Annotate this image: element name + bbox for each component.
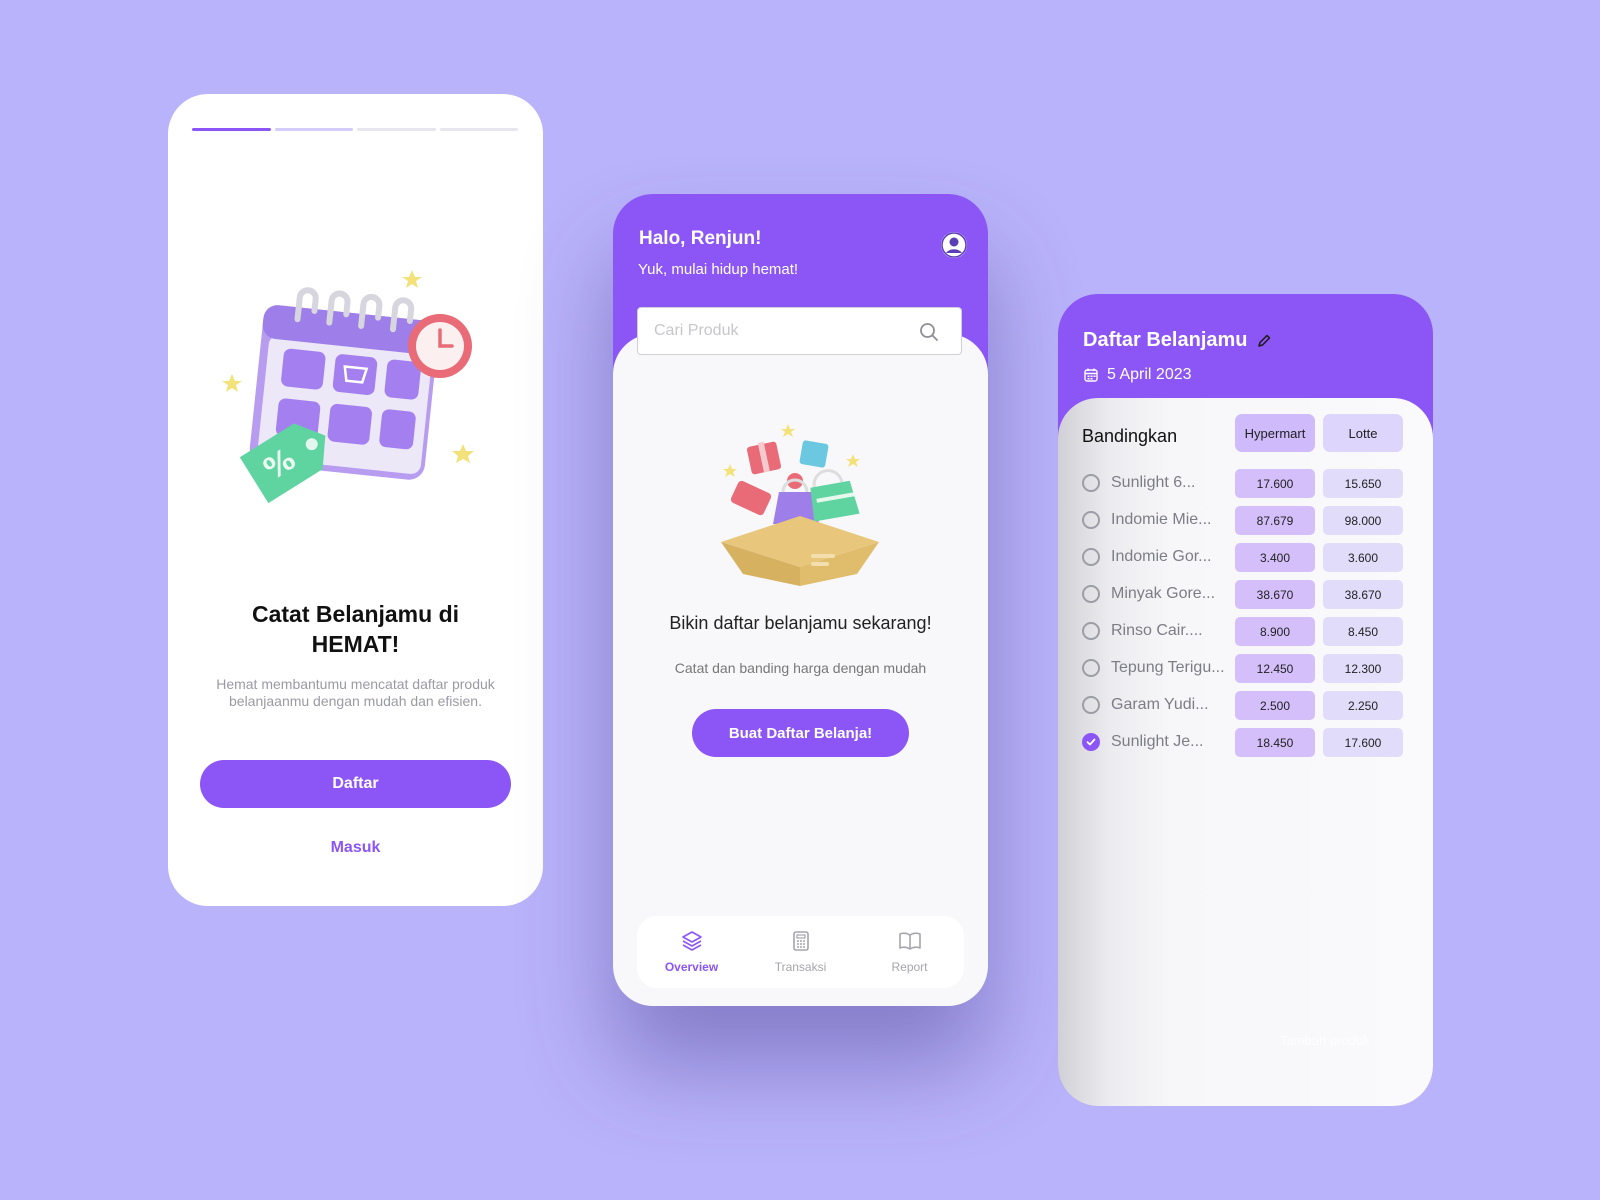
progress-step-4 xyxy=(439,128,518,131)
onboarding-description: Hemat membantumu mencatat daftar produk … xyxy=(216,676,495,709)
price-hypermart: 17.600 xyxy=(1235,469,1315,498)
item-name: Minyak Gore... xyxy=(1111,585,1216,602)
price-hypermart: 12.450 xyxy=(1235,654,1315,683)
bottom-navigation: Overview Transaksi Report xyxy=(637,916,964,988)
item-checkbox[interactable] xyxy=(1082,659,1100,677)
user-icon xyxy=(941,232,967,258)
empty-state-title: Bikin daftar belanjamu sekarang! xyxy=(669,613,932,633)
calendar-illustration: % xyxy=(222,270,474,504)
item-checkbox[interactable] xyxy=(1082,548,1100,566)
tab-report-label: Report xyxy=(891,960,928,974)
shopping-list-screen: Daftar Belanjamu 5 April 2023 Bandingkan… xyxy=(1058,294,1433,1106)
progress-step-1 xyxy=(192,128,271,131)
check-icon xyxy=(1086,738,1096,746)
home-screen: Halo, Renjun! Yuk, mulai hidup hemat! Ca… xyxy=(613,194,988,1006)
store-header-hypermart[interactable]: Hypermart xyxy=(1235,414,1315,452)
list-title-text: Daftar Belanjamu xyxy=(1083,329,1248,351)
price-lotte: 98.000 xyxy=(1323,506,1403,535)
item-checkbox[interactable] xyxy=(1082,733,1100,751)
item-name: Garam Yudi... xyxy=(1111,696,1209,713)
item-checkbox[interactable] xyxy=(1082,474,1100,492)
list-item: Rinso Cair.... 8.900 8.450 xyxy=(1058,616,1433,648)
layers-icon xyxy=(681,931,702,951)
login-link[interactable]: Masuk xyxy=(168,839,543,857)
empty-state-description: Catat dan banding harga dengan mudah xyxy=(674,660,927,676)
progress-step-2 xyxy=(274,128,353,131)
greeting-subtitle: Yuk, mulai hidup hemat! xyxy=(638,261,799,278)
tab-overview[interactable]: Overview xyxy=(637,916,746,988)
tab-overview-label: Overview xyxy=(664,960,719,974)
item-name: Sunlight Je... xyxy=(1111,733,1204,750)
search-icon[interactable] xyxy=(919,322,939,342)
list-item: Indomie Mie... 87.679 98.000 xyxy=(1058,505,1433,537)
search-input[interactable] xyxy=(652,321,916,341)
calendar-icon xyxy=(1084,368,1098,382)
item-name: Indomie Gor... xyxy=(1111,548,1212,565)
price-hypermart: 18.450 xyxy=(1235,728,1315,757)
greeting-title: Halo, Renjun! xyxy=(639,228,762,249)
product-search[interactable] xyxy=(637,307,962,355)
item-name: Tepung Terigu... xyxy=(1111,659,1225,676)
onboarding-screen: % Catat Belanjamu di HEMAT! Hemat memban… xyxy=(168,94,543,906)
item-name: Sunlight 6... xyxy=(1111,474,1196,491)
item-checkbox[interactable] xyxy=(1082,622,1100,640)
onboarding-progress xyxy=(192,128,518,131)
list-date: 5 April 2023 xyxy=(1083,366,1192,384)
tab-report[interactable]: Report xyxy=(855,916,964,988)
price-lotte: 38.670 xyxy=(1323,580,1403,609)
calculator-icon xyxy=(792,931,809,951)
list-date-text: 5 April 2023 xyxy=(1107,366,1192,383)
list-item: Tepung Terigu... 12.450 12.300 xyxy=(1058,653,1433,685)
tab-transaksi-label: Transaksi xyxy=(774,960,827,974)
list-title: Daftar Belanjamu xyxy=(1083,329,1272,352)
edit-pencil-icon[interactable] xyxy=(1256,333,1272,349)
item-checkbox[interactable] xyxy=(1082,696,1100,714)
item-name: Indomie Mie... xyxy=(1111,511,1212,528)
price-lotte: 17.600 xyxy=(1323,728,1403,757)
tab-transaksi[interactable]: Transaksi xyxy=(746,916,855,988)
list-item: Sunlight 6... 17.600 15.650 xyxy=(1058,468,1433,500)
price-lotte: 15.650 xyxy=(1323,469,1403,498)
list-item: Minyak Gore... 38.670 38.670 xyxy=(1058,579,1433,611)
list-item: Indomie Gor... 3.400 3.600 xyxy=(1058,542,1433,574)
list-item: Sunlight Je... 18.450 17.600 xyxy=(1058,727,1433,759)
price-lotte: 2.250 xyxy=(1323,691,1403,720)
price-hypermart: 87.679 xyxy=(1235,506,1315,535)
item-checkbox[interactable] xyxy=(1082,585,1100,603)
price-lotte: 12.300 xyxy=(1323,654,1403,683)
price-lotte: 3.600 xyxy=(1323,543,1403,572)
gift-box-illustration xyxy=(721,424,879,586)
progress-step-3 xyxy=(357,128,436,131)
register-button[interactable]: Daftar xyxy=(200,760,511,808)
onboarding-title: Catat Belanjamu di HEMAT! xyxy=(251,601,460,657)
price-hypermart: 2.500 xyxy=(1235,691,1315,720)
price-hypermart: 8.900 xyxy=(1235,617,1315,646)
price-lotte: 8.450 xyxy=(1323,617,1403,646)
price-hypermart: 3.400 xyxy=(1235,543,1315,572)
create-list-button[interactable]: Buat Daftar Belanja! xyxy=(692,709,909,757)
book-open-icon xyxy=(898,932,921,950)
item-name: Rinso Cair.... xyxy=(1111,622,1203,639)
compare-table: Bandingkan Hypermart Lotte Sunlight 6...… xyxy=(1058,398,1433,1106)
compare-label: Bandingkan xyxy=(1082,426,1178,446)
item-checkbox[interactable] xyxy=(1082,511,1100,529)
list-item: Garam Yudi... 2.500 2.250 xyxy=(1058,690,1433,722)
profile-avatar[interactable] xyxy=(941,232,967,258)
store-header-lotte[interactable]: Lotte xyxy=(1323,414,1403,452)
price-hypermart: 38.670 xyxy=(1235,580,1315,609)
add-product-button[interactable]: Tambah produk xyxy=(1280,1033,1370,1048)
